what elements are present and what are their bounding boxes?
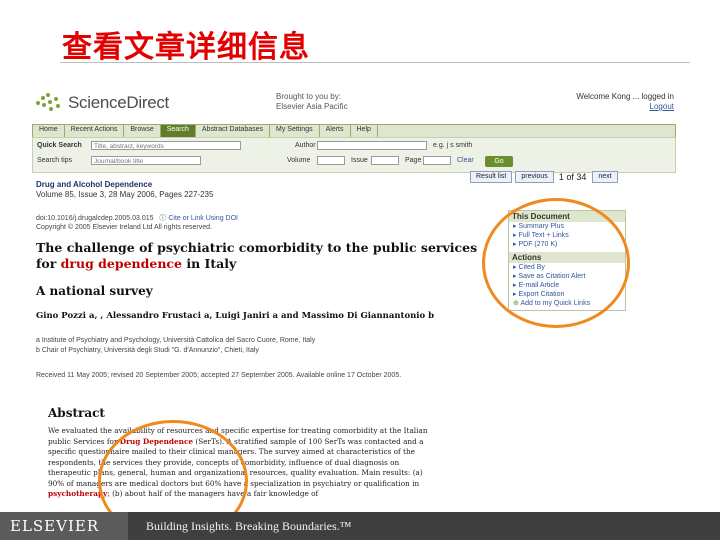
nav-search[interactable]: Search (160, 125, 196, 137)
article-title: The challenge of psychiatric comorbidity… (36, 240, 478, 271)
logout-link[interactable]: Logout (650, 102, 674, 111)
nav-help[interactable]: Help (351, 125, 378, 137)
nav-abstract-databases[interactable]: Abstract Databases (196, 125, 271, 137)
sciencedirect-screenshot: ScienceDirect Brought to you by: Elsevie… (26, 80, 680, 520)
footer-bar: ELSEVIER Building Insights. Breaking Bou… (0, 512, 720, 540)
copyright-text: Copyright © 2005 Elsevier Ireland Ltd Al… (36, 224, 212, 231)
journal-name[interactable]: Drug and Alcohol Dependence (36, 180, 152, 189)
quick-search-label: Quick Search (37, 142, 82, 149)
nav-home[interactable]: Home (33, 125, 65, 137)
nav-browse[interactable]: Browse (124, 125, 161, 137)
clear-link[interactable]: Clear (457, 157, 474, 164)
page-input[interactable] (423, 156, 451, 165)
info-icon: ⓘ (159, 215, 167, 222)
nav-recent-actions[interactable]: Recent Actions (65, 125, 125, 137)
result-list-button[interactable]: Result list (470, 171, 513, 183)
main-nav: Home Recent Actions Browse Search Abstra… (32, 124, 676, 138)
authors[interactable]: Gino Pozzi a, , Alessandro Frustaci a, L… (36, 311, 434, 321)
search-tips-link[interactable]: Search tips (37, 157, 72, 164)
previous-button[interactable]: previous (515, 171, 554, 183)
logo-text: ScienceDirect (68, 93, 169, 112)
result-pager: Result list previous 1 of 34 next (470, 171, 621, 183)
footer-tagline: Building Insights. Breaking Boundaries.™ (146, 519, 352, 533)
login-status: Welcome Kong ... logged in Logout (576, 92, 674, 111)
page-label: Page (405, 157, 422, 164)
issue-input[interactable] (371, 156, 399, 165)
issue-label: Issue (351, 157, 368, 164)
volume-label: Volume (287, 157, 311, 164)
doi-block: doi:10.1016/j.drugalcdep.2005.03.015 ⓘ C… (36, 214, 238, 232)
elsevier-logo: ELSEVIER (0, 512, 128, 540)
quick-search-bar: Quick Search Title, abstract, keywords A… (32, 137, 676, 173)
received-dates: Received 11 May 2005; revised 20 Septemb… (36, 372, 402, 379)
cite-link[interactable]: Cite or Link Using DOI (168, 215, 238, 222)
terms-input[interactable]: Title, abstract, keywords (91, 141, 241, 150)
nav-alerts[interactable]: Alerts (320, 125, 351, 137)
result-count: 1 of 34 (558, 172, 587, 182)
highlight-circle-right (482, 198, 630, 328)
author-label: Author (295, 142, 316, 149)
go-button[interactable]: Go (485, 156, 513, 167)
journal-input[interactable]: Journal/book title (91, 156, 201, 165)
author-hint: e.g. j s smith (433, 142, 473, 149)
abstract-heading: Abstract (48, 406, 105, 420)
journal-issue[interactable]: Volume 85, Issue 3, 28 May 2006, Pages 2… (36, 190, 213, 200)
affiliations: a Institute of Psychiatry and Psychology… (36, 337, 316, 354)
doi-text: doi:10.1016/j.drugalcdep.2005.03.015 (36, 215, 154, 222)
sciencedirect-logo[interactable]: ScienceDirect (36, 90, 169, 116)
brought-by: Brought to you by: Elsevier Asia Pacific (276, 92, 348, 111)
author-input[interactable] (317, 141, 427, 150)
next-button[interactable]: next (592, 171, 618, 183)
slide-title: 查看文章详细信息 (62, 30, 310, 65)
title-divider (60, 62, 690, 63)
logo-dots-icon (36, 92, 64, 114)
journal-info: Drug and Alcohol Dependence Volume 85, I… (36, 180, 213, 200)
article-subtitle: A national survey (36, 284, 153, 298)
nav-my-settings[interactable]: My Settings (270, 125, 320, 137)
volume-input[interactable] (317, 156, 345, 165)
search-term-highlight: drug dependence (60, 256, 182, 271)
